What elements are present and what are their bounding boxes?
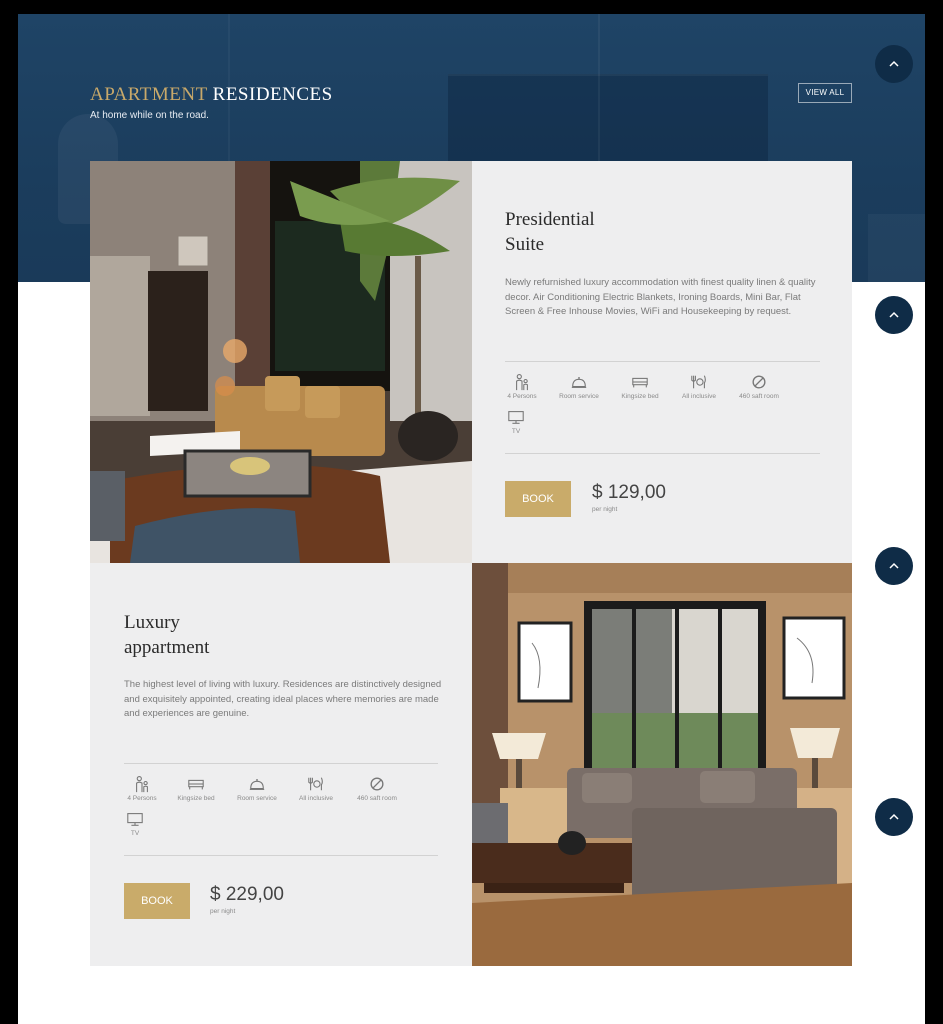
amenity-room-service: Room service [227,775,287,802]
scroll-up-button[interactable] [875,296,913,334]
room-service-icon [249,779,265,790]
section-title-rest: RESIDENCES [207,84,333,105]
bed-icon [632,377,648,388]
room-price: $ 129,00 [592,482,666,503]
divider [505,453,820,454]
room-title-line1: Presidential [505,209,595,230]
amenity-label: 4 Persons [507,393,537,400]
divider [124,855,438,856]
tv-icon [508,411,524,424]
room-description: The highest level of living with luxury.… [124,679,442,720]
amenity-label: Room service [559,393,599,400]
room-price: $ 229,00 [210,884,284,905]
bed-icon [188,779,204,790]
amenity-all-inclusive: All inclusive [286,775,346,802]
amenity-label: 4 Persons [127,795,157,802]
room-title-line2: Suite [505,234,545,255]
luxury-apartment-photo [472,563,852,966]
persons-icon [136,775,148,793]
scroll-up-button[interactable] [875,798,913,836]
amenity-room-service: Room service [549,373,609,400]
tv-icon [127,813,143,826]
chevron-up-icon [889,562,899,569]
scroll-up-button[interactable] [875,45,913,83]
amenity-room-size: 460 saft room [729,373,789,400]
view-all-button[interactable]: VIEW ALL [798,83,852,103]
section-title-accent: APARTMENT [90,84,208,105]
amenity-label: Kingsize bed [177,795,215,802]
amenity-label: Room service [237,795,277,802]
amenity-all-inclusive: All inclusive [669,373,729,400]
book-button[interactable]: BOOK [124,883,190,919]
scroll-up-button[interactable] [875,547,913,585]
section-subtitle: At home while on the road. [90,110,209,121]
chevron-up-icon [889,60,899,67]
luxury-apartment-card: Luxury appartment The highest level of l… [90,563,472,966]
amenity-label: 460 saft room [739,393,779,400]
amenity-persons: 4 Persons [492,373,552,400]
no-smoking-icon [370,777,384,791]
divider [124,763,438,764]
room-title-line2: appartment [124,637,210,658]
per-night-label: per night [592,506,618,513]
section-title: APARTMENT RESIDENCES [90,84,333,106]
room-title: Luxury appartment [124,610,209,660]
amenity-label: TV [511,428,521,435]
amenity-room-size: 460 saft room [347,775,407,802]
hero-background-lamp [868,214,925,282]
room-title-line1: Luxury [124,612,180,633]
amenity-tv: TV [486,408,546,435]
living-room-illustration [90,161,472,563]
amenity-bed: Kingsize bed [166,775,226,802]
per-night-label: per night [210,908,236,915]
presidential-suite-card: Presidential Suite Newly refurnished lux… [472,161,852,563]
chevron-up-icon [889,813,899,820]
no-smoking-icon [752,375,766,389]
cutlery-icon [308,777,323,791]
amenity-label: All inclusive [299,795,333,802]
presidential-suite-photo [90,161,472,563]
amenity-persons: 4 Persons [112,775,172,802]
amenity-label: Kingsize bed [621,393,659,400]
page: APARTMENT RESIDENCES At home while on th… [18,14,925,1024]
divider [505,361,820,362]
persons-icon [516,373,528,391]
room-title: Presidential Suite [505,207,595,257]
amenity-tv: TV [105,810,165,837]
amenity-label: 460 saft room [357,795,397,802]
amenity-label: All inclusive [682,393,716,400]
cutlery-icon [691,375,706,389]
amenity-bed: Kingsize bed [610,373,670,400]
room-description: Newly refurnished luxury accommodation w… [505,277,816,318]
room-service-icon [571,377,587,388]
chevron-up-icon [889,311,899,318]
book-button[interactable]: BOOK [505,481,571,517]
amenity-label: TV [130,830,140,837]
lounge-room-illustration [472,563,852,966]
